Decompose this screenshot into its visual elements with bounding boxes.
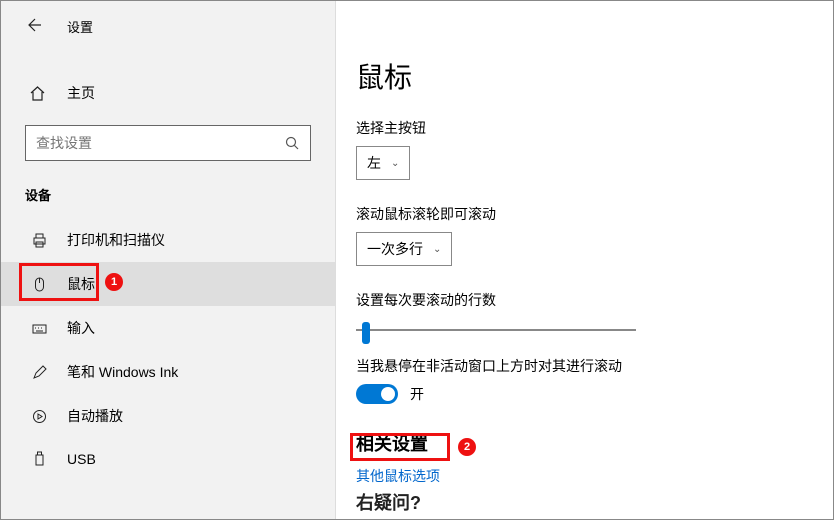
settings-window: 设置 主页 设备 打印机和扫描仪 鼠标 输入	[0, 0, 834, 520]
pen-icon	[29, 364, 49, 381]
sidebar-item-pen[interactable]: 笔和 Windows Ink	[1, 350, 335, 394]
content-pane: 鼠标 选择主按钮 左 ⌄ 滚动鼠标滚轮即可滚动 一次多行 ⌄ 设置每次要滚动的行…	[336, 1, 833, 519]
scroll-mode-label: 滚动鼠标滚轮即可滚动	[356, 204, 813, 224]
autoplay-icon	[29, 408, 49, 425]
toggle-knob	[381, 387, 395, 401]
home-label: 主页	[67, 83, 95, 103]
sidebar-item-label: 笔和 Windows Ink	[67, 362, 178, 382]
annotation-badge-1: 1	[105, 273, 123, 291]
slider-thumb[interactable]	[362, 322, 370, 344]
lines-label: 设置每次要滚动的行数	[356, 290, 813, 310]
other-mouse-options-link[interactable]: 其他鼠标选项	[356, 468, 440, 484]
select-value: 一次多行	[367, 239, 423, 259]
sidebar-item-usb[interactable]: USB	[1, 438, 335, 479]
sidebar-item-label: 输入	[67, 318, 95, 338]
usb-icon	[29, 450, 49, 467]
select-value: 左	[367, 153, 381, 173]
page-title: 鼠标	[356, 56, 813, 96]
lines-slider[interactable]	[356, 322, 636, 338]
sidebar-item-autoplay[interactable]: 自动播放	[1, 394, 335, 438]
back-button[interactable]	[13, 5, 53, 45]
section-label: 设备	[1, 179, 335, 218]
sidebar-item-label: 打印机和扫描仪	[67, 230, 165, 250]
cutoff-text: 右疑问?	[356, 489, 421, 515]
sidebar-item-label: USB	[67, 451, 96, 467]
home-nav[interactable]: 主页	[1, 73, 335, 113]
search-icon	[285, 136, 300, 151]
left-pane: 设置 主页 设备 打印机和扫描仪 鼠标 输入	[1, 1, 336, 519]
scroll-mode-select[interactable]: 一次多行 ⌄	[356, 232, 452, 266]
mouse-icon	[29, 276, 49, 293]
printer-icon	[29, 232, 49, 249]
primary-button-select[interactable]: 左 ⌄	[356, 146, 410, 180]
hover-scroll-label: 当我悬停在非活动窗口上方时对其进行滚动	[356, 356, 813, 376]
annotation-badge-2: 2	[458, 438, 476, 456]
home-icon	[29, 85, 49, 102]
chevron-down-icon: ⌄	[433, 244, 441, 255]
search-field[interactable]	[36, 135, 285, 151]
sidebar-item-typing[interactable]: 输入	[1, 306, 335, 350]
primary-button-label: 选择主按钮	[356, 118, 813, 138]
sidebar-item-printers[interactable]: 打印机和扫描仪	[1, 218, 335, 262]
keyboard-icon	[29, 320, 49, 337]
sidebar-item-label: 自动播放	[67, 406, 123, 426]
sidebar-item-label: 鼠标	[67, 274, 95, 294]
toggle-state-label: 开	[410, 384, 424, 404]
related-settings-title: 相关设置	[356, 430, 813, 456]
sidebar-item-mouse[interactable]: 鼠标	[1, 262, 335, 306]
slider-track	[356, 329, 636, 331]
search-input[interactable]	[25, 125, 311, 161]
app-title: 设置	[67, 17, 93, 36]
hover-scroll-toggle[interactable]	[356, 384, 398, 404]
chevron-down-icon: ⌄	[391, 158, 399, 169]
